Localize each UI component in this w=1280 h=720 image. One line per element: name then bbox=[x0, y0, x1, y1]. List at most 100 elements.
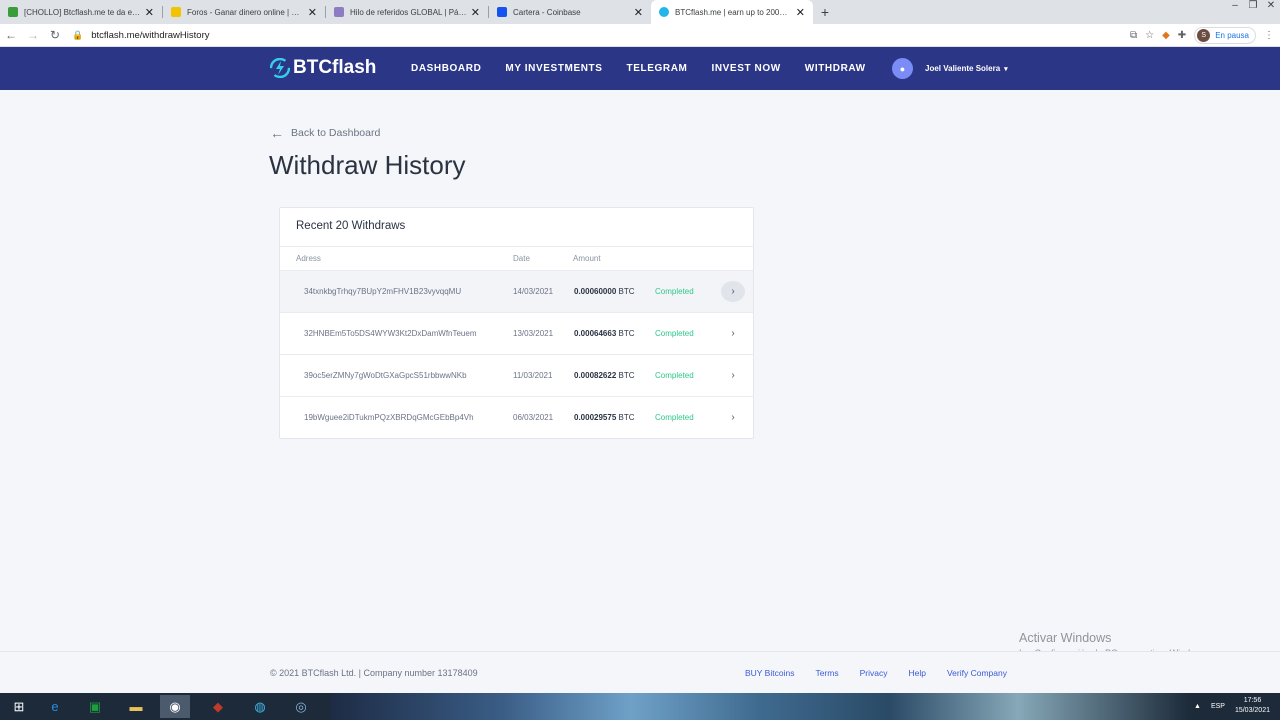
nav-dashboard[interactable]: DASHBOARD bbox=[411, 63, 481, 74]
back-arrow-icon[interactable]: ← bbox=[0, 28, 22, 42]
copyright-text: © 2021 BTCflash Ltd. | Company number 13… bbox=[270, 668, 478, 678]
site-logo[interactable]: BTCflash bbox=[270, 57, 376, 79]
footer-link-verify-company[interactable]: Verify Company bbox=[947, 668, 1007, 678]
close-tab-icon[interactable]: ✕ bbox=[796, 6, 805, 19]
chevron-right-icon[interactable]: › bbox=[721, 323, 745, 344]
new-tab-button[interactable]: + bbox=[813, 0, 837, 24]
tab-favicon-icon bbox=[8, 7, 18, 17]
user-avatar-icon: ● bbox=[892, 58, 913, 79]
footer-link-help[interactable]: Help bbox=[908, 668, 925, 678]
amount-value: 0.00029575 bbox=[574, 413, 617, 422]
footer-link-privacy[interactable]: Privacy bbox=[860, 668, 888, 678]
row-address: 19bWguee2iDTukmPQzXBRDqGMcGEbBp4Vh bbox=[304, 413, 474, 422]
status-badge: Completed bbox=[655, 371, 694, 380]
star-bookmark-icon[interactable]: ☆ bbox=[1145, 30, 1154, 41]
close-window-icon[interactable]: ✕ bbox=[1262, 0, 1280, 14]
close-tab-icon[interactable]: ✕ bbox=[471, 6, 480, 19]
browser-tab-5-active[interactable]: BTCflash.me | earn up to 200% in ✕ bbox=[651, 0, 813, 24]
minimize-icon[interactable]: – bbox=[1226, 0, 1244, 14]
row-address: 32HNBEm5To5DS4WYW3Kt2DxDamWfnTeuem bbox=[304, 329, 477, 338]
arrow-left-icon: ← bbox=[270, 125, 284, 141]
table-row[interactable]: 32HNBEm5To5DS4WYW3Kt2DxDamWfnTeuem 13/03… bbox=[280, 313, 753, 355]
row-address: 34txnkbgTrhqy7BUpY2mFHV1B23vyvqqMU bbox=[304, 287, 462, 296]
row-amount: 0.00029575 BTC bbox=[574, 413, 635, 422]
table-row[interactable]: 34txnkbgTrhqy7BUpY2mFHV1B23vyvqqMU 14/03… bbox=[280, 271, 753, 313]
app-icon[interactable]: ◎ bbox=[286, 695, 316, 718]
page-title: Withdraw History bbox=[269, 150, 466, 180]
file-explorer-icon[interactable]: ▬ bbox=[121, 695, 151, 718]
amount-value: 0.00064663 bbox=[574, 329, 617, 338]
activation-title: Activar Windows bbox=[1019, 631, 1112, 645]
row-amount: 0.00060000 BTC bbox=[574, 287, 635, 296]
amount-unit: BTC bbox=[618, 287, 635, 296]
table-row[interactable]: 39oc5erZMNy7gWoDtGXaGpcS51rbbwwNKb 11/03… bbox=[280, 355, 753, 397]
site-footer: © 2021 BTCflash Ltd. | Company number 13… bbox=[0, 651, 1280, 693]
column-date: Date bbox=[513, 254, 530, 263]
main-menu: DASHBOARD MY INVESTMENTS TELEGRAM INVEST… bbox=[411, 47, 890, 90]
chevron-right-icon[interactable]: › bbox=[721, 281, 745, 302]
close-tab-icon[interactable]: ✕ bbox=[145, 6, 154, 19]
chevron-right-icon[interactable]: › bbox=[721, 365, 745, 386]
toolbar-actions: ⧉ ☆ ◆ ✚ S En pausa ⋮ bbox=[1130, 24, 1274, 47]
store-icon[interactable]: ▣ bbox=[80, 695, 110, 718]
tab-title: Foros - Ganar dinero online | Hablamos bbox=[187, 7, 304, 17]
lock-icon: 🔒 bbox=[72, 29, 84, 40]
chrome-icon[interactable]: ◉ bbox=[160, 695, 190, 718]
tab-favicon-icon bbox=[497, 7, 507, 17]
chevron-right-icon[interactable]: › bbox=[721, 407, 745, 428]
internet-explorer-icon[interactable]: e bbox=[40, 695, 70, 718]
close-tab-icon[interactable]: ✕ bbox=[634, 6, 643, 19]
reload-icon[interactable]: ↻ bbox=[44, 28, 66, 42]
chevron-down-icon: ▾ bbox=[1004, 65, 1008, 73]
more-menu-icon[interactable]: ⋮ bbox=[1264, 30, 1274, 41]
tab-favicon-icon bbox=[171, 7, 181, 17]
tab-title: [CHOLLO] Btcflash.me te da el doble bbox=[24, 7, 141, 17]
back-to-dashboard-link[interactable]: ← Back to Dashboard bbox=[270, 125, 381, 141]
nav-withdraw[interactable]: WITHDRAW bbox=[805, 63, 866, 74]
browser-tab-1[interactable]: [CHOLLO] Btcflash.me te da el doble ✕ bbox=[0, 0, 162, 24]
system-clock[interactable]: 17:56 15/03/2021 bbox=[1235, 696, 1270, 716]
browser-tab-3[interactable]: Hilo de referidos GLOBAL | Página ✕ bbox=[326, 0, 488, 24]
footer-link-buy-bitcoins[interactable]: BUY Bitcoins bbox=[745, 668, 794, 678]
restore-icon[interactable]: ❐ bbox=[1244, 0, 1262, 14]
table-row[interactable]: 19bWguee2iDTukmPQzXBRDqGMcGEbBp4Vh 06/03… bbox=[280, 397, 753, 439]
url-text: btcflash.me/withdrawHistory bbox=[91, 29, 210, 41]
metamask-fox-icon[interactable]: ◆ bbox=[1162, 30, 1170, 41]
windows-taskbar: ⊞ e ▣ ▬ ◉ ◆ ◍ ◎ ▲ ESP 17:56 15/03/2021 bbox=[0, 693, 1280, 720]
forward-arrow-icon[interactable]: → bbox=[22, 28, 44, 42]
edge-icon[interactable]: ◍ bbox=[245, 695, 275, 718]
language-indicator[interactable]: ESP bbox=[1211, 703, 1225, 710]
profile-paused-button[interactable]: S En pausa bbox=[1194, 27, 1256, 44]
windows-start-icon[interactable]: ⊞ bbox=[4, 695, 34, 718]
dota-icon[interactable]: ◆ bbox=[203, 695, 233, 718]
nav-telegram[interactable]: TELEGRAM bbox=[627, 63, 688, 74]
profile-avatar: S bbox=[1197, 29, 1211, 42]
table-header: Adress Date Amount bbox=[280, 247, 753, 271]
url-field[interactable]: 🔒 btcflash.me/withdrawHistory bbox=[72, 30, 209, 41]
row-amount: 0.00082622 BTC bbox=[574, 371, 635, 380]
browser-tab-4[interactable]: Cartera - Coinbase ✕ bbox=[489, 0, 651, 24]
address-bar: ← → ↻ 🔒 btcflash.me/withdrawHistory ⧉ ☆ … bbox=[0, 24, 1280, 47]
user-menu[interactable]: ● Joel Valiente Solera ▾ bbox=[892, 58, 1008, 79]
translate-icon[interactable]: ⧉ bbox=[1130, 30, 1137, 41]
paused-label: En pausa bbox=[1215, 31, 1249, 40]
tray-chevron-up-icon[interactable]: ▲ bbox=[1194, 703, 1201, 710]
nav-my-investments[interactable]: MY INVESTMENTS bbox=[505, 63, 602, 74]
close-tab-icon[interactable]: ✕ bbox=[308, 6, 317, 19]
logo-text: BTCflash bbox=[293, 57, 377, 78]
column-address: Adress bbox=[296, 254, 321, 263]
amount-unit: BTC bbox=[618, 329, 635, 338]
back-label: Back to Dashboard bbox=[291, 127, 381, 139]
tab-title: Cartera - Coinbase bbox=[513, 7, 581, 17]
amount-unit: BTC bbox=[618, 413, 635, 422]
card-title: Recent 20 Withdraws bbox=[280, 208, 753, 247]
extensions-puzzle-icon[interactable]: ✚ bbox=[1178, 30, 1186, 41]
footer-link-terms[interactable]: Terms bbox=[815, 668, 838, 678]
amount-value: 0.00082622 bbox=[574, 371, 617, 380]
status-badge: Completed bbox=[655, 413, 694, 422]
amount-unit: BTC bbox=[618, 371, 635, 380]
nav-invest-now[interactable]: INVEST NOW bbox=[711, 63, 780, 74]
site-navbar: BTCflash DASHBOARD MY INVESTMENTS TELEGR… bbox=[0, 47, 1280, 90]
browser-tab-2[interactable]: Foros - Ganar dinero online | Hablamos ✕ bbox=[163, 0, 325, 24]
amount-value: 0.00060000 bbox=[574, 287, 617, 296]
